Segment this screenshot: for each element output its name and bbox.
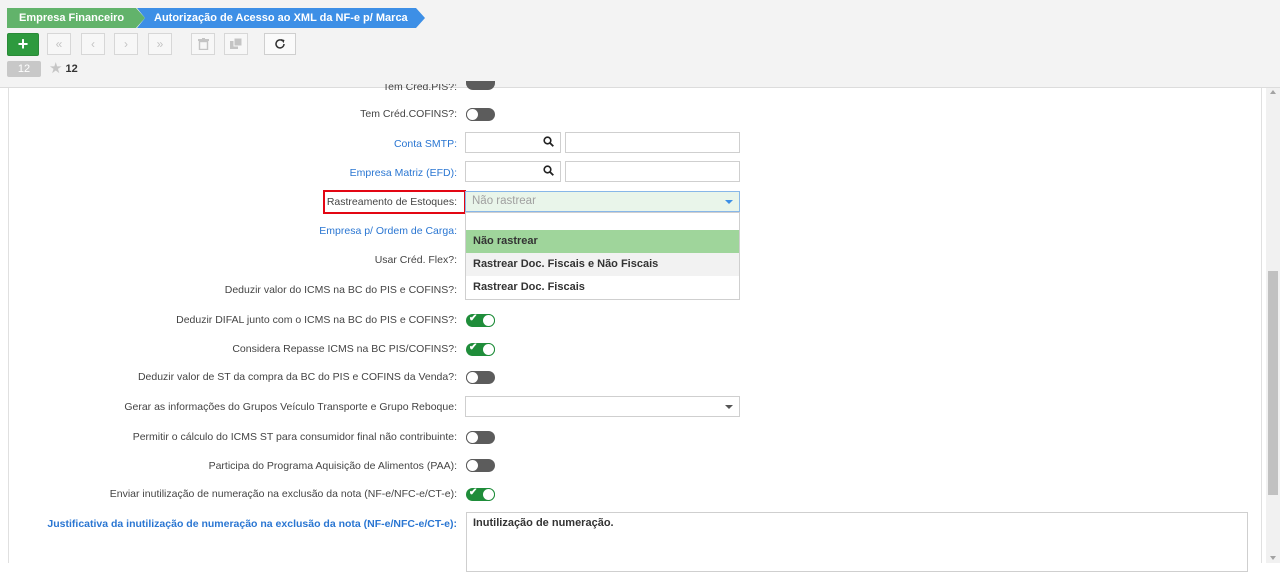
caret-down-icon xyxy=(725,405,733,409)
stock-tracking-select[interactable]: Não rastrear xyxy=(465,191,740,212)
breadcrumb-item-empresa-financeiro[interactable]: Empresa Financeiro xyxy=(7,8,145,28)
empresa-matriz-description-input[interactable] xyxy=(565,161,740,182)
favorites-count: 12 xyxy=(65,63,78,75)
search-icon[interactable] xyxy=(543,136,554,147)
scrollbar-thumb[interactable] xyxy=(1268,271,1278,495)
chevron-left-icon: ‹ xyxy=(91,37,95,51)
form-label: Deduzir valor do ICMS na BC do PIS e COF… xyxy=(224,284,457,296)
empresa-matriz-code-input[interactable] xyxy=(465,161,561,182)
tem-cred-pis-toggle[interactable] xyxy=(466,81,495,90)
caret-down-icon xyxy=(725,200,733,204)
grupos-veiculo-select[interactable] xyxy=(465,396,740,417)
favorites-counter[interactable]: ★ 12 xyxy=(49,61,78,77)
form-label: Deduzir valor de ST da compra da BC do P… xyxy=(137,371,457,383)
next-record-button[interactable]: › xyxy=(114,33,138,55)
conta-smtp-code-input[interactable] xyxy=(465,132,561,153)
scroll-up-icon[interactable] xyxy=(1270,90,1276,94)
refresh-icon xyxy=(275,39,285,49)
form-label[interactable]: Empresa p/ Ordem de Carga: xyxy=(319,224,457,238)
trash-icon xyxy=(197,38,209,50)
enviar-inutilizacao-toggle[interactable]: ✔ xyxy=(466,487,495,501)
duplicate-button[interactable] xyxy=(224,33,248,55)
refresh-button[interactable] xyxy=(264,33,296,55)
highlight-box xyxy=(323,190,466,214)
header-toolbar: Empresa Financeiro Autorização de Acesso… xyxy=(0,0,1280,88)
star-icon: ★ xyxy=(49,60,63,77)
stock-tracking-value: Não rastrear xyxy=(472,195,536,207)
dropdown-option[interactable]: Rastrear Doc. Fiscais xyxy=(466,276,739,299)
tem-cred-cofins-toggle[interactable] xyxy=(466,108,495,121)
record-count-badge: 12 xyxy=(7,61,41,77)
vertical-scrollbar[interactable] xyxy=(1266,88,1280,563)
justificativa-textarea[interactable]: Inutilização de numeração. xyxy=(466,512,1248,572)
form-label: Participa do Programa Aquisição de Alime… xyxy=(208,460,457,472)
conta-smtp-description-input[interactable] xyxy=(565,132,740,153)
double-chevron-right-icon: » xyxy=(156,37,164,51)
permitir-icms-st-toggle[interactable] xyxy=(466,431,495,444)
add-button[interactable]: + xyxy=(7,33,39,56)
chevron-right-icon: › xyxy=(124,37,128,51)
dropdown-option[interactable]: Rastrear Doc. Fiscais e Não Fiscais xyxy=(466,253,739,276)
form-label: Deduzir DIFAL junto com o ICMS na BC do … xyxy=(176,314,457,326)
form-label: Usar Créd. Flex?: xyxy=(374,254,457,266)
paa-toggle[interactable] xyxy=(466,459,495,472)
form-label: Considera Repasse ICMS na BC PIS/COFINS?… xyxy=(232,343,457,355)
delete-button[interactable] xyxy=(191,33,215,55)
form-label: Gerar as informações do Grupos Veículo T… xyxy=(124,401,457,413)
previous-record-button[interactable]: ‹ xyxy=(81,33,105,55)
copy-icon xyxy=(230,38,242,49)
last-record-button[interactable]: » xyxy=(148,33,172,55)
form-label[interactable]: Justificativa da inutilização de numeraç… xyxy=(47,517,457,531)
dropdown-option[interactable]: Não rastrear xyxy=(466,230,739,253)
check-icon: ✔ xyxy=(469,342,478,353)
double-chevron-left-icon: « xyxy=(55,37,63,51)
stock-tracking-dropdown: Não rastrear Rastrear Doc. Fiscais e Não… xyxy=(465,212,740,300)
scroll-down-icon[interactable] xyxy=(1270,556,1276,560)
considera-repasse-toggle[interactable]: ✔ xyxy=(466,342,495,356)
form-label: Enviar inutilização de numeração na excl… xyxy=(109,488,457,500)
form-label[interactable]: Empresa Matriz (EFD): xyxy=(350,166,457,180)
check-icon: ✔ xyxy=(469,313,478,324)
form-label: Permitir o cálculo do ICMS ST para consu… xyxy=(132,431,457,443)
first-record-button[interactable]: « xyxy=(47,33,71,55)
deduzir-st-toggle[interactable] xyxy=(466,371,495,384)
search-icon[interactable] xyxy=(543,165,554,176)
breadcrumb-item-current[interactable]: Autorização de Acesso ao XML da NF-e p/ … xyxy=(137,8,425,28)
check-icon: ✔ xyxy=(469,487,478,498)
deduzir-difal-toggle[interactable]: ✔ xyxy=(466,313,495,327)
form-label: Tem Créd.COFINS?: xyxy=(360,108,457,120)
form-label[interactable]: Conta SMTP: xyxy=(394,137,457,151)
dropdown-search-input[interactable] xyxy=(466,213,739,230)
